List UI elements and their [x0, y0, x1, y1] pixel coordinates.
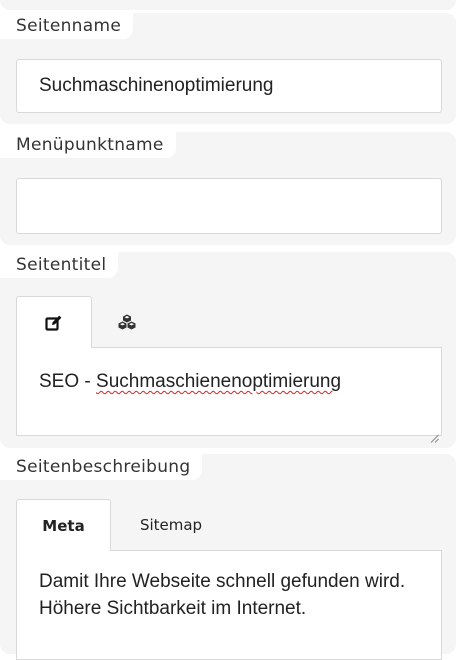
- cubes-icon: [118, 314, 136, 330]
- edit-icon: [45, 314, 63, 332]
- tab-edit[interactable]: [16, 296, 92, 348]
- page-name-label: Seitenname: [0, 13, 134, 39]
- previous-panel: [0, 0, 456, 10]
- page-description-textarea[interactable]: Damit Ihre Webseite schnell gefunden wir…: [16, 550, 442, 660]
- page-description-label: Seitenbeschreibung: [0, 454, 203, 480]
- page-name-input[interactable]: Suchmaschinenoptimierung: [16, 59, 442, 113]
- menu-item-name-label: Menüpunktname: [0, 132, 176, 158]
- resize-handle-icon[interactable]: [430, 424, 439, 443]
- tab-variables[interactable]: [92, 296, 162, 348]
- page-title-tabs: [16, 296, 442, 348]
- page-title-misspelled-word: Suchmaschienenoptimierung: [96, 371, 342, 392]
- menu-item-name-input[interactable]: [16, 178, 442, 234]
- page-title-prefix: SEO -: [39, 371, 97, 392]
- page-description-tabs: Meta Sitemap: [16, 499, 442, 551]
- tab-meta[interactable]: Meta: [16, 499, 111, 551]
- page-title-label: Seitentitel: [0, 252, 119, 278]
- tab-sitemap[interactable]: Sitemap: [111, 499, 231, 551]
- page-title-textarea[interactable]: SEO - Suchmaschienenoptimierung: [16, 347, 442, 443]
